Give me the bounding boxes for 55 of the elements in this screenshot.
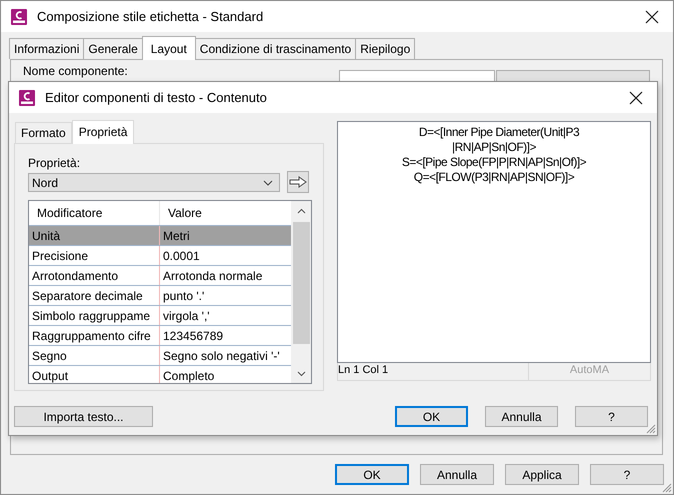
tab[interactable]: Layout	[142, 36, 196, 60]
app-icon	[11, 8, 27, 24]
dialog-button[interactable]: ?	[590, 464, 664, 485]
table-cell-text: Output	[31, 368, 70, 383]
table-cell-text: Separatore decimale	[31, 288, 144, 305]
tab[interactable]: Informazioni	[9, 38, 84, 59]
resize-grip-icon	[646, 424, 656, 434]
table-cell-text: Simbolo raggruppame	[31, 308, 152, 325]
column-header[interactable]: Modificatore	[29, 201, 159, 225]
app-icon	[19, 90, 35, 106]
content-line: |RN|AP|Sn|OF)]>	[451, 140, 537, 155]
content-line: Q=<[FLOW(P3|RN|AP|SN|OF)]>	[412, 170, 576, 185]
table-cell-text: Arrotondamento	[31, 268, 120, 285]
table-row[interactable]: Output Completo	[29, 365, 291, 383]
cursor-position: Ln 1 Col 1	[338, 363, 390, 378]
content-line: S=<[Pipe Slope(FP|P|RN|AP|Sn|Of)]>	[400, 155, 588, 170]
table-cell-text: Unità	[31, 228, 62, 245]
dialog-button[interactable]: Annulla	[485, 406, 558, 427]
tab[interactable]: Proprietà	[72, 120, 134, 144]
chevron-down-icon	[263, 180, 273, 186]
window-title: Editor componenti di testo - Contenuto	[45, 90, 268, 105]
edit-mode: AutoMA	[528, 363, 650, 380]
table-row[interactable]: Segno Segno solo negativi '-'	[29, 345, 291, 365]
table-cell-text: Segno	[31, 348, 68, 365]
property-dropdown[interactable]: Nord	[28, 173, 280, 192]
field-label: Proprietà:	[28, 156, 82, 170]
dialog-button[interactable]: OK	[335, 464, 409, 485]
scrollbar-thumb[interactable]	[292, 222, 310, 344]
resize-grip-icon	[662, 483, 672, 493]
text-editor[interactable]: D=<[Inner Pipe Diameter(Unit|P3 |RN|AP|Sn|OF)]> S=<[Pipe Slope(FP|P|RN|AP|Sn|Of)]> Q=<[FLOW(P3|RN|AP|SN|OF)]>	[337, 121, 651, 363]
table-row[interactable]: Raggruppamento cifre 123456789	[29, 325, 291, 345]
dialog-button[interactable]: Annulla	[420, 464, 494, 485]
scroll-up-icon	[296, 208, 306, 214]
content-line: D=<[Inner Pipe Diameter(Unit|P3	[418, 125, 580, 140]
table-row[interactable]: Separatore decimale punto '.'	[29, 285, 291, 305]
tab[interactable]: Riepilogo	[355, 38, 416, 59]
table-row[interactable]: Unità Metri	[29, 225, 291, 245]
close-icon[interactable]	[629, 90, 643, 104]
right-arrow-icon	[289, 176, 307, 188]
field-label: Nome componente:	[23, 64, 128, 80]
dialog-button[interactable]: ?	[575, 406, 648, 427]
tab[interactable]: Formato	[15, 122, 72, 143]
table-cell-text: Raggruppamento cifre	[31, 328, 152, 345]
window-title: Composizione stile etichetta - Standard	[37, 9, 264, 24]
close-icon[interactable]	[645, 10, 659, 24]
table-row[interactable]: Precisione 0.0001	[29, 245, 291, 265]
dialog-button[interactable]: OK	[395, 406, 468, 427]
insert-button[interactable]	[287, 171, 309, 193]
table-cell-text: Precisione	[31, 248, 90, 265]
dialog-button[interactable]: Applica	[505, 464, 579, 485]
table-row[interactable]: Arrotondamento Arrotonda normale	[29, 265, 291, 285]
scrollbar[interactable]	[291, 201, 311, 383]
scroll-down-icon	[296, 371, 306, 377]
table-row[interactable]: Simbolo raggruppame virgola ','	[29, 305, 291, 325]
import-text-button[interactable]: Importa testo...	[14, 406, 153, 427]
